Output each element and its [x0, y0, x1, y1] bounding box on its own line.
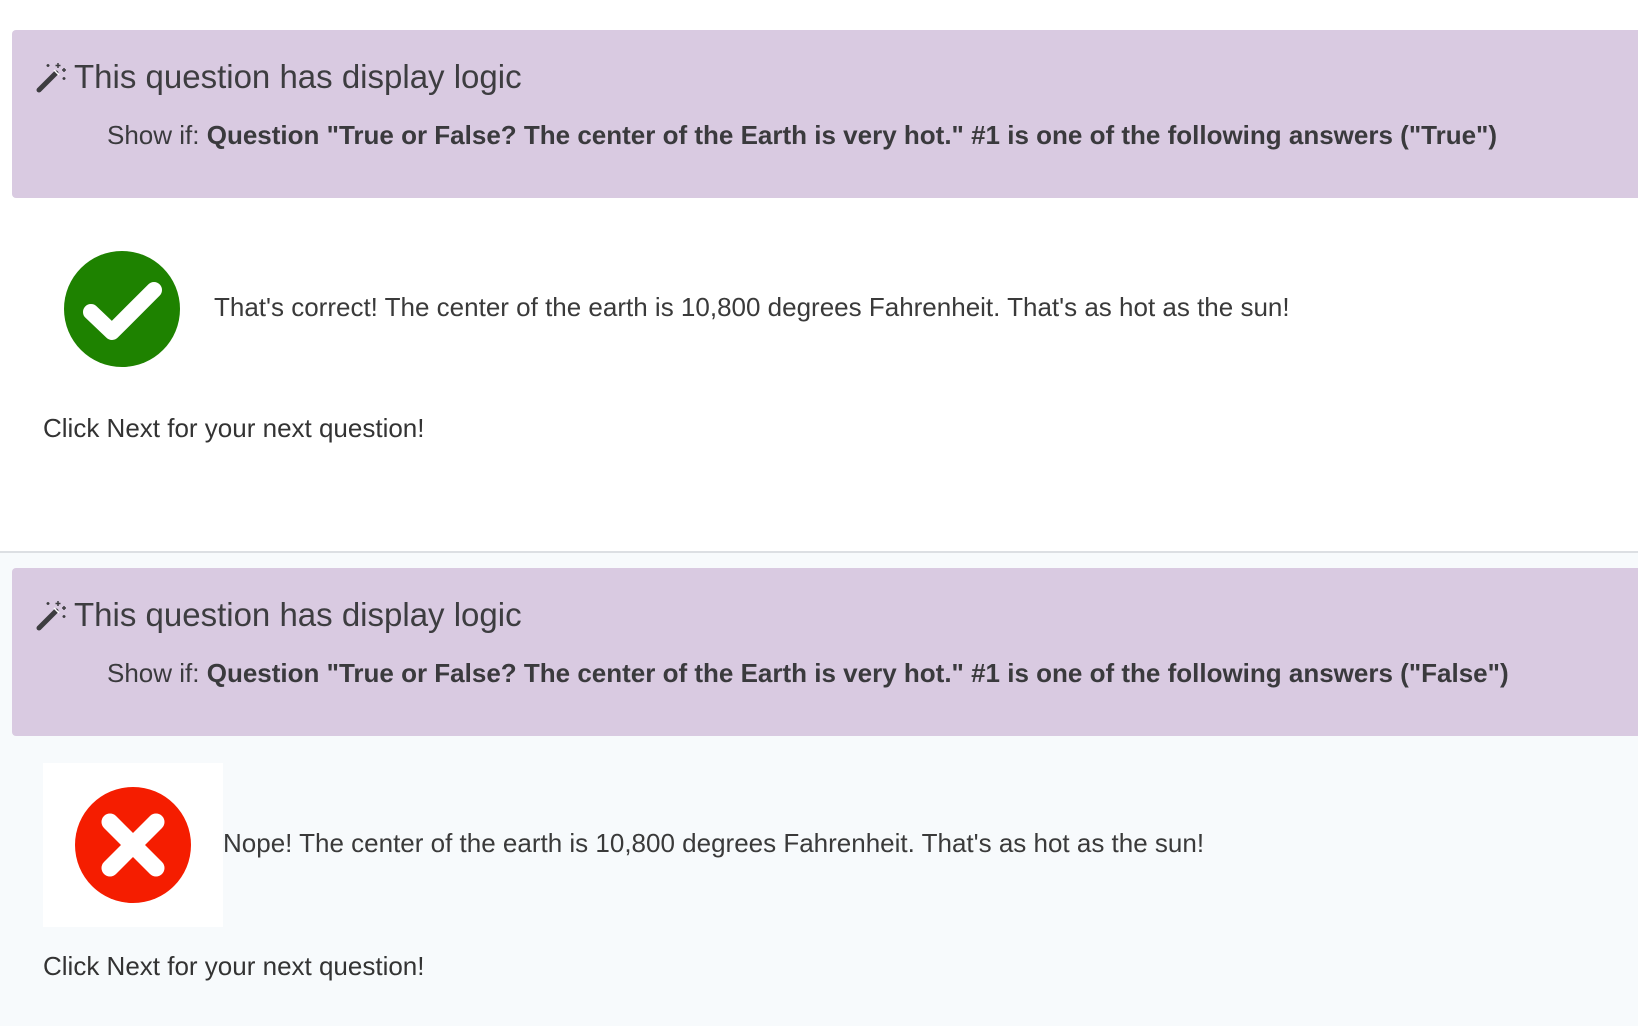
x-circle-icon [75, 787, 191, 903]
magic-wand-icon [36, 63, 66, 93]
display-logic-condition: Show if: Question "True or False? The ce… [107, 658, 1509, 689]
show-if-label: Show if: [107, 658, 207, 688]
feedback-image [63, 250, 181, 368]
display-logic-title-text: This question has display logic [74, 596, 522, 633]
magic-wand-icon [36, 601, 66, 631]
question-block-false[interactable]: This question has display logic Show if:… [0, 553, 1638, 1026]
feedback-text: That's correct! The center of the earth … [214, 292, 1290, 322]
display-logic-banner[interactable]: This question has display logic Show if:… [12, 30, 1638, 198]
next-instruction: Click Next for your next question! [43, 951, 425, 981]
display-logic-banner[interactable]: This question has display logic Show if:… [12, 568, 1638, 736]
condition-text: Question "True or False? The center of t… [206, 120, 1498, 150]
display-logic-title-text: This question has display logic [74, 58, 522, 95]
checkmark-circle-icon [64, 251, 180, 367]
feedback-image [43, 763, 223, 927]
next-instruction: Click Next for your next question! [43, 413, 425, 443]
answer-feedback-row: Nope! The center of the earth is 10,800 … [0, 763, 1638, 933]
show-if-label: Show if: [107, 120, 207, 150]
question-block-true[interactable]: This question has display logic Show if:… [0, 0, 1638, 552]
feedback-text: Nope! The center of the earth is 10,800 … [223, 828, 1205, 858]
answer-feedback-row: That's correct! The center of the earth … [0, 232, 1638, 402]
display-logic-title: This question has display logic [34, 57, 522, 97]
display-logic-condition: Show if: Question "True or False? The ce… [107, 120, 1497, 151]
display-logic-title: This question has display logic [34, 595, 522, 635]
condition-text: Question "True or False? The center of t… [206, 658, 1509, 688]
